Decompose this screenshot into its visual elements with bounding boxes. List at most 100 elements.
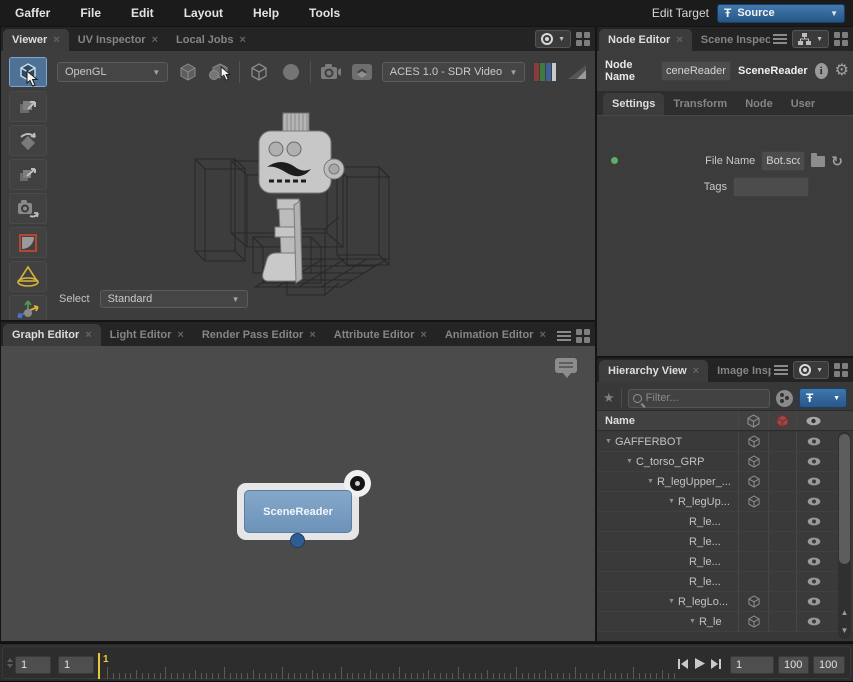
info-icon[interactable]: i [815, 63, 828, 79]
tab-list-icon[interactable] [557, 331, 571, 341]
expand-arrow-icon[interactable]: ▼ [605, 438, 612, 445]
hierarchy-row[interactable]: ▼R_legLo... [597, 592, 853, 612]
close-icon[interactable]: × [693, 365, 699, 377]
expand-arrow-icon[interactable]: ▼ [626, 458, 633, 465]
crop-window-tool-button[interactable] [9, 227, 47, 258]
render-cell[interactable] [768, 512, 796, 531]
close-icon[interactable]: × [177, 329, 183, 341]
camera-tool-button[interactable] [9, 193, 47, 224]
gear-icon[interactable]: ⚙ [835, 63, 849, 79]
node-editor-mode-dropdown[interactable]: ▼ [792, 30, 829, 48]
render-cell[interactable] [768, 552, 796, 571]
cube-cell[interactable] [738, 512, 768, 531]
expand-arrow-icon[interactable]: ▼ [647, 478, 654, 485]
cube-cell[interactable] [738, 472, 768, 491]
expand-arrow-icon[interactable]: ▼ [668, 598, 675, 605]
playhead[interactable] [98, 653, 100, 679]
folder-browse-icon[interactable] [811, 156, 825, 167]
node-output-port[interactable] [290, 533, 305, 548]
close-icon[interactable]: × [53, 34, 59, 46]
skip-to-start-icon[interactable] [677, 658, 689, 670]
scene-reader-node[interactable]: SceneReader [237, 483, 359, 540]
expand-arrow-icon[interactable]: ▼ [668, 498, 675, 505]
visibility-cell[interactable] [796, 552, 830, 571]
menu-help[interactable]: Help [238, 6, 294, 20]
edit-target-dropdown[interactable]: Ŧ Source ▼ [717, 4, 845, 23]
range-start-field[interactable] [778, 656, 809, 674]
cube-cell[interactable] [738, 532, 768, 551]
tab-uv-inspector[interactable]: UV Inspector× [69, 29, 167, 51]
hierarchy-row[interactable]: ▼GAFFERBOT [597, 432, 853, 452]
tab-list-icon[interactable] [773, 34, 787, 44]
exposure-gamma-icon[interactable] [564, 60, 589, 84]
render-cell[interactable] [768, 612, 796, 631]
close-icon[interactable]: × [152, 34, 158, 46]
frame-field-b[interactable] [58, 656, 94, 674]
channels-rgb-icon[interactable] [532, 60, 557, 84]
current-frame-field[interactable] [730, 656, 774, 674]
renderer-dropdown[interactable]: OpenGL ▼ [57, 62, 168, 82]
layout-menu-icon[interactable] [834, 32, 848, 46]
visibility-cell[interactable] [796, 432, 830, 451]
display-transform-dropdown[interactable]: ACES 1.0 - SDR Video ▼ [382, 62, 526, 82]
cube-cell[interactable] [738, 612, 768, 631]
range-end-field[interactable] [813, 656, 845, 674]
layout-menu-icon[interactable] [576, 329, 590, 343]
hierarchy-row[interactable]: R_le... [597, 532, 853, 552]
visibility-cell[interactable] [796, 452, 830, 471]
timeline-ruler[interactable] [107, 655, 680, 679]
tab-scene-inspecto[interactable]: Scene Inspecto [692, 29, 770, 51]
play-icon[interactable] [693, 657, 706, 670]
wireframe-toggle-button[interactable] [247, 60, 272, 84]
tab-transform[interactable]: Transform [664, 93, 736, 115]
hierarchy-row[interactable]: R_le... [597, 552, 853, 572]
tab-render-pass-editor[interactable]: Render Pass Editor× [193, 324, 325, 346]
hierarchy-row[interactable]: ▼R_le [597, 612, 853, 632]
tab-hierarchy-view[interactable]: Hierarchy View× [599, 360, 708, 382]
menu-tools[interactable]: Tools [294, 6, 355, 20]
hierarchy-row[interactable]: R_le... [597, 512, 853, 532]
tab-graph-editor[interactable]: Graph Editor× [3, 324, 101, 346]
tab-local-jobs[interactable]: Local Jobs× [167, 29, 255, 51]
tab-node-editor[interactable]: Node Editor× [599, 29, 692, 51]
shading-mode-button[interactable] [175, 60, 200, 84]
filter-input[interactable] [646, 392, 765, 404]
camera-button[interactable] [318, 60, 343, 84]
graph-editor-canvas[interactable]: SceneReader [1, 346, 595, 641]
render-cell[interactable] [768, 452, 796, 471]
visibility-cell[interactable] [796, 592, 830, 611]
skip-to-end-icon[interactable] [710, 658, 722, 670]
edit-scope-button[interactable]: Ŧ ▼ [799, 388, 847, 408]
menu-gaffer[interactable]: Gaffer [0, 6, 65, 20]
tab-animation-editor[interactable]: Animation Editor× [436, 324, 554, 346]
cube-cell[interactable] [738, 592, 768, 611]
viewer-viewport[interactable]: OpenGL ▼ [1, 51, 595, 320]
file-name-input[interactable] [761, 151, 805, 171]
visibility-cell[interactable] [796, 472, 830, 491]
frame-spinner[interactable] [7, 658, 13, 668]
scrollbar[interactable]: ▲ ▼ [838, 432, 851, 639]
cube-column-header[interactable] [738, 411, 768, 430]
node-name-input[interactable] [661, 61, 731, 81]
render-cell[interactable] [768, 592, 796, 611]
tab-settings[interactable]: Settings [603, 93, 664, 115]
render-cell[interactable] [768, 472, 796, 491]
scroll-up-icon[interactable]: ▲ [838, 608, 851, 617]
close-icon[interactable]: × [539, 329, 545, 341]
render-cell[interactable] [768, 492, 796, 511]
tab-list-icon[interactable] [774, 365, 788, 375]
tab-light-editor[interactable]: Light Editor× [101, 324, 193, 346]
close-icon[interactable]: × [309, 329, 315, 341]
cube-cell[interactable] [738, 492, 768, 511]
close-icon[interactable]: × [676, 34, 682, 46]
tab-attribute-editor[interactable]: Attribute Editor× [325, 324, 436, 346]
close-icon[interactable]: × [239, 34, 245, 46]
cube-cell[interactable] [738, 452, 768, 471]
visibility-cell[interactable] [796, 492, 830, 511]
tab-user[interactable]: User [782, 93, 824, 115]
render-cube-column-header[interactable] [768, 411, 796, 430]
tab-image-inspe[interactable]: Image Inspe [708, 360, 771, 382]
hierarchy-row[interactable]: R_le... [597, 572, 853, 592]
annotation-bubble-icon[interactable] [555, 358, 577, 373]
translate-tool-button[interactable] [9, 91, 47, 122]
